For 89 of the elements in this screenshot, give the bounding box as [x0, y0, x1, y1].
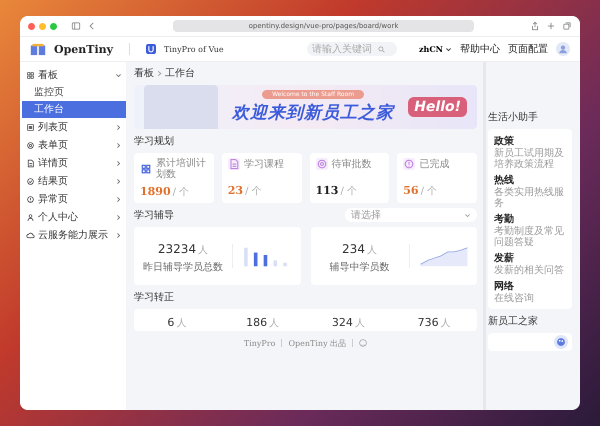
stat-value: 113	[316, 184, 338, 197]
assistant-description: 新员工试用期及培养政策流程	[494, 148, 565, 170]
stat-label: 辅导中学员数	[330, 260, 390, 274]
menu-item-icon	[26, 194, 35, 204]
language-dropdown[interactable]: zhCN	[418, 44, 452, 54]
breadcrumb-link[interactable]: 看板	[134, 66, 154, 80]
stat-icon	[316, 158, 328, 170]
stat-label: 待审批数	[332, 158, 372, 170]
section-title: 新员工之家	[488, 314, 539, 328]
breadcrumb-separator-icon	[156, 70, 163, 76]
zoom-button[interactable]	[50, 22, 57, 30]
stat-unit: 人	[440, 318, 451, 328]
logo-text: OpenTiny	[54, 42, 114, 56]
stat-unit: / 个	[420, 186, 438, 197]
assistant-description: 在线咨询	[494, 293, 535, 304]
sidebar-subitem[interactable]: 监控页	[20, 84, 126, 101]
sidebar-item[interactable]: 结果页	[20, 172, 126, 190]
stat-value: 186	[246, 316, 268, 328]
minimize-button[interactable]	[39, 22, 46, 30]
hello-badge: Hello!	[408, 97, 467, 117]
sidebar-item[interactable]: 异常页	[20, 190, 126, 208]
github-icon[interactable]	[359, 339, 368, 347]
stat-label: 已完成	[419, 158, 450, 170]
palette-icon[interactable]	[554, 335, 568, 349]
sidebar-item[interactable]: 详情页	[20, 154, 126, 172]
assistant-description: 发薪的相关问答	[494, 265, 565, 276]
header-link[interactable]: 帮助中心	[460, 42, 500, 56]
section-title: 生活小助手	[488, 110, 539, 124]
menu-item-icon	[26, 212, 35, 222]
stat-unit: 人	[269, 318, 280, 328]
stat-unit: 人	[176, 318, 186, 328]
stat-value: 324	[332, 316, 353, 328]
assistant-description: 各类实用热线服务	[494, 187, 565, 209]
caret-icon	[445, 46, 452, 52]
stat-unit: 人	[354, 318, 365, 328]
sidebar-item[interactable]: 表单页	[20, 136, 126, 154]
assistant-link[interactable]: 网络	[494, 279, 566, 293]
section-title: 学习规划	[134, 134, 175, 148]
plus-icon[interactable]	[546, 21, 556, 31]
stat-icon	[403, 158, 416, 170]
sidebar-subitem[interactable]: 工作台	[20, 101, 126, 118]
stat-unit: 人	[198, 245, 208, 256]
assistant-link[interactable]: 发薪	[494, 251, 566, 265]
stat-label: 学习课程	[244, 158, 284, 170]
stat-icon	[140, 163, 152, 175]
stat-unit: / 个	[172, 187, 190, 198]
breadcrumb-link[interactable]: 工作台	[165, 66, 195, 80]
header-link[interactable]: 页面配置	[508, 42, 548, 56]
caret-icon	[464, 212, 471, 218]
section-title: 学习辅导	[134, 209, 174, 222]
stat-unit: / 个	[245, 186, 262, 197]
stat-icon	[228, 158, 240, 170]
menu-item-icon	[26, 158, 35, 168]
stat-value: 23	[228, 184, 244, 197]
banner-title: 欢迎来到新员工之家	[232, 102, 394, 124]
assistant-link[interactable]: 政策	[494, 134, 566, 148]
sidebar-item[interactable]: 列表页	[20, 118, 126, 136]
menu-item-icon	[26, 140, 35, 150]
stat-value: 56	[403, 184, 419, 197]
book-logo-icon	[30, 42, 46, 56]
assistant-link[interactable]: 热线	[494, 173, 566, 187]
stat-value: 23234	[158, 242, 196, 256]
stat-unit: / 个	[340, 186, 358, 197]
sidebar-item[interactable]: 云服务能力展示	[20, 226, 126, 244]
product-name: TinyPro of Vue	[164, 44, 224, 54]
section-title: 学习转正	[134, 291, 175, 304]
product-logo-icon	[146, 44, 156, 54]
stat-label: 昨日辅导学员总数	[143, 260, 223, 274]
avatar-icon[interactable]	[556, 42, 570, 56]
sidebar-toggle-icon[interactable]	[71, 21, 81, 31]
assistant-description: 考勤制度及常见问题答疑	[494, 226, 565, 248]
menu-item-icon	[26, 230, 35, 240]
stat-label: 累计培训计划数	[156, 158, 207, 180]
search-field[interactable]: 请输入关键词	[306, 42, 397, 56]
stat-unit: 人	[366, 245, 377, 256]
stat-value: 234	[342, 242, 365, 256]
stat-value: 736	[418, 316, 439, 328]
share-icon[interactable]	[530, 21, 540, 31]
search-icon	[378, 46, 385, 52]
tabs-icon[interactable]	[562, 21, 572, 31]
stat-value: 1890	[140, 185, 171, 198]
assistant-link[interactable]: 考勤	[494, 212, 566, 226]
stat-value: 6	[167, 316, 174, 328]
sidebar-item[interactable]: 个人中心	[20, 208, 126, 226]
menu-item-icon	[26, 122, 35, 132]
close-button[interactable]	[28, 22, 35, 30]
menu-item-icon	[26, 70, 35, 80]
sidebar-item[interactable]: 看板	[20, 66, 126, 84]
menu-item-icon	[26, 176, 35, 186]
